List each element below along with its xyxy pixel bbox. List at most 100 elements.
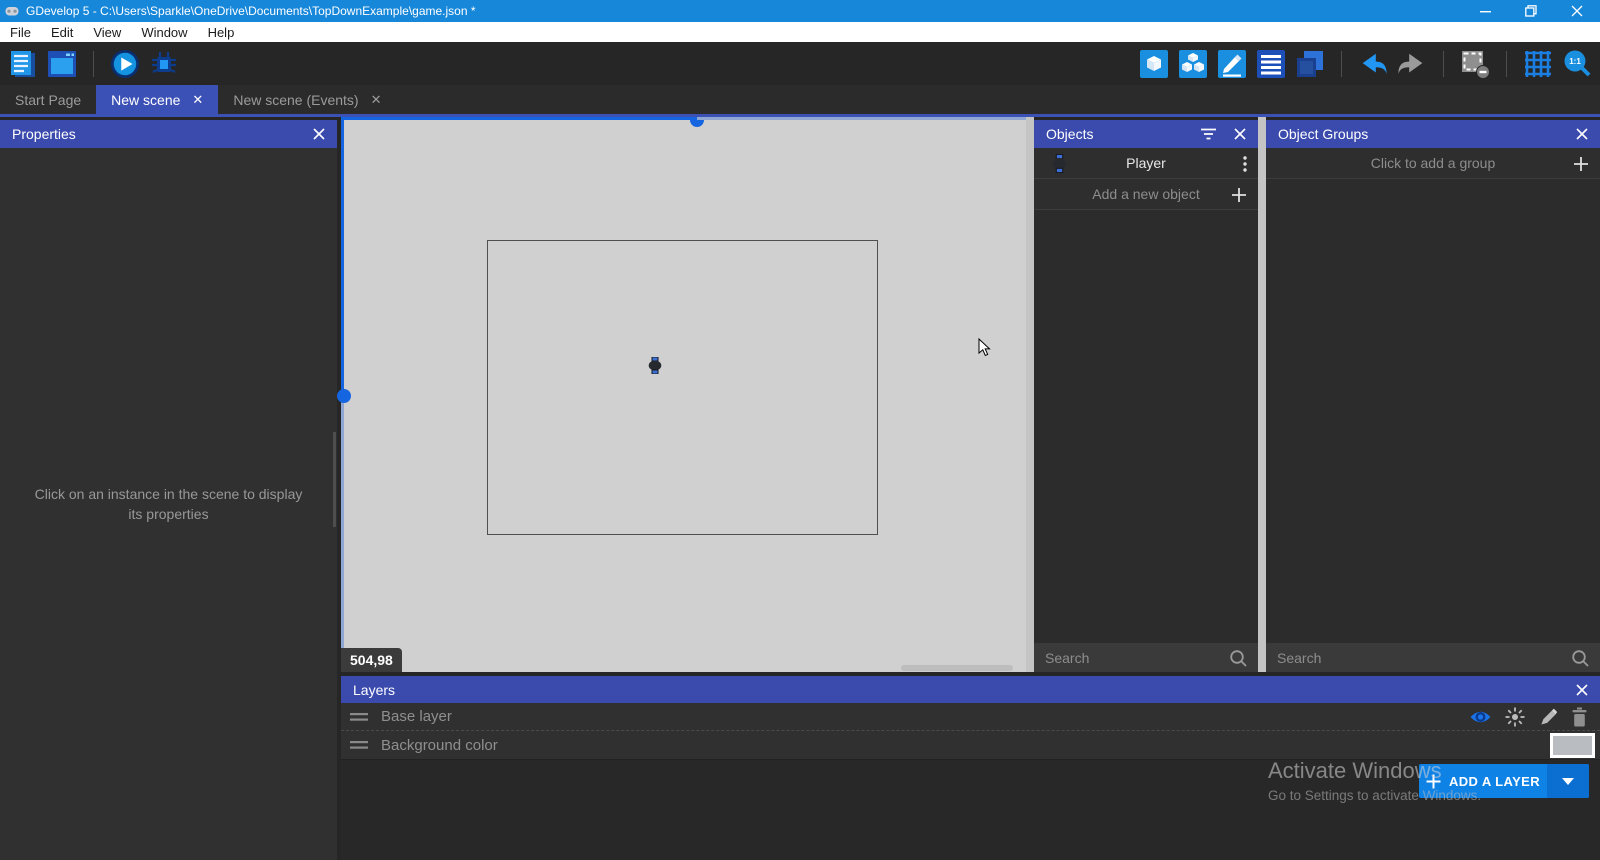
layer-name: Base layer — [381, 708, 452, 725]
close-window-icon[interactable] — [1554, 0, 1600, 22]
instances-list-icon[interactable] — [1256, 49, 1286, 79]
layer-name: Background color — [381, 737, 498, 754]
delete-trash-icon[interactable] — [1571, 707, 1588, 727]
restore-icon[interactable] — [1508, 0, 1554, 22]
close-icon[interactable] — [1576, 128, 1588, 140]
add-object-row[interactable]: Add a new object — [1034, 179, 1258, 210]
toolbar-separator — [93, 51, 94, 77]
add-layer-button[interactable]: ADD A LAYER — [1419, 764, 1589, 798]
toolbar-right-group: 1:1 — [1139, 49, 1592, 79]
panel-title: Properties — [12, 126, 76, 142]
cursor-coordinates-badge: 504,98 — [341, 648, 402, 672]
objects-panel-icon[interactable] — [1139, 49, 1169, 79]
menu-window[interactable]: Window — [131, 25, 197, 40]
clear-selection-icon[interactable] — [1460, 49, 1490, 79]
layers-panel-icon[interactable] — [1295, 49, 1325, 79]
object-menu-icon[interactable] — [1243, 148, 1247, 179]
add-icon[interactable] — [1573, 148, 1589, 179]
layer-actions — [1469, 703, 1588, 731]
add-group-row[interactable]: Click to add a group — [1266, 148, 1600, 179]
tab-close-icon[interactable]: ✕ — [371, 92, 382, 108]
filter-icon[interactable] — [1201, 128, 1216, 140]
player-instance[interactable] — [648, 357, 662, 374]
object-row-player[interactable]: Player — [1034, 148, 1258, 179]
menu-help[interactable]: Help — [198, 25, 245, 40]
toolbar-separator — [1506, 51, 1507, 77]
zoom-original-icon[interactable]: 1:1 — [1562, 49, 1592, 79]
layer-row-base[interactable]: Base layer — [341, 703, 1600, 731]
canvas-horizontal-scrollbar[interactable] — [901, 665, 1013, 671]
tab-new-scene-events[interactable]: New scene (Events) ✕ — [218, 85, 396, 114]
menu-view[interactable]: View — [83, 25, 131, 40]
splitter-objects-groups[interactable] — [1258, 117, 1266, 672]
close-icon[interactable] — [313, 128, 325, 140]
layers-panel-header: Layers — [341, 676, 1600, 703]
chevron-down-icon — [1562, 778, 1574, 785]
game-window-bounds — [487, 240, 878, 535]
object-name: Player — [1126, 155, 1166, 171]
menu-edit[interactable]: Edit — [41, 25, 83, 40]
search-icon — [1229, 649, 1247, 667]
canvas-top-edge — [341, 117, 697, 120]
canvas-left-handle[interactable] — [337, 389, 351, 403]
object-groups-icon[interactable] — [1178, 49, 1208, 79]
search-icon — [1571, 649, 1589, 667]
canvas-top-edge — [697, 117, 1026, 120]
objects-panel: Objects Player — [1034, 120, 1258, 672]
canvas-top-handle[interactable] — [690, 120, 704, 127]
tab-close-icon[interactable]: ✕ — [192, 92, 203, 108]
visibility-eye-icon[interactable] — [1469, 709, 1492, 725]
debug-icon[interactable] — [149, 49, 179, 79]
properties-panel-icon[interactable] — [1217, 49, 1247, 79]
mouse-cursor-icon — [978, 338, 992, 358]
tab-label: New scene — [111, 92, 180, 108]
drag-handle-icon[interactable] — [350, 740, 368, 750]
groups-search-input[interactable] — [1277, 650, 1571, 666]
window-title: GDevelop 5 - C:\Users\Sparkle\OneDrive\D… — [26, 4, 476, 18]
tab-new-scene[interactable]: New scene ✕ — [96, 85, 218, 114]
layer-row-background[interactable]: Background color — [341, 731, 1600, 759]
svg-text:1:1: 1:1 — [1569, 57, 1581, 66]
groups-search-bar — [1266, 643, 1600, 672]
close-icon[interactable] — [1234, 128, 1246, 140]
properties-empty-message: Click on an instance in the scene to dis… — [0, 148, 337, 860]
properties-panel-header: Properties — [0, 120, 337, 148]
preview-play-icon[interactable] — [110, 49, 140, 79]
toolbar: 1:1 — [0, 42, 1600, 85]
add-layer-button-main[interactable]: ADD A LAYER — [1419, 764, 1547, 798]
add-layer-dropdown[interactable] — [1547, 764, 1589, 798]
tab-start-page[interactable]: Start Page — [0, 85, 96, 114]
properties-panel: Properties Click on an instance in the s… — [0, 120, 337, 860]
minimize-icon[interactable] — [1462, 0, 1508, 22]
grid-icon[interactable] — [1523, 49, 1553, 79]
window-controls — [1462, 0, 1600, 22]
add-group-label: Click to add a group — [1371, 155, 1496, 171]
close-icon[interactable] — [1576, 684, 1588, 696]
edit-pencil-icon[interactable] — [1538, 707, 1558, 727]
add-icon — [1426, 774, 1441, 789]
add-object-label: Add a new object — [1092, 186, 1199, 202]
player-object-thumbnail-icon — [1052, 154, 1067, 173]
tab-label: New scene (Events) — [233, 92, 358, 108]
objects-panel-header: Objects — [1034, 120, 1258, 148]
project-manager-icon[interactable] — [8, 49, 38, 79]
menubar: File Edit View Window Help — [0, 22, 1600, 42]
menu-file[interactable]: File — [0, 25, 41, 40]
scene-canvas[interactable]: 504,98 — [341, 117, 1026, 672]
properties-scrollbar[interactable] — [333, 432, 336, 527]
redo-icon[interactable] — [1397, 49, 1427, 79]
gdevelop-window: GDevelop 5 - C:\Users\Sparkle\OneDrive\D… — [0, 0, 1600, 860]
add-icon[interactable] — [1231, 179, 1247, 210]
objects-search-bar — [1034, 643, 1258, 672]
objects-search-input[interactable] — [1045, 650, 1229, 666]
tabbar: Start Page New scene ✕ New scene (Events… — [0, 85, 1600, 117]
layer-effects-icon[interactable] — [1505, 707, 1525, 727]
layers-footer — [341, 759, 1600, 860]
window-icon[interactable] — [47, 49, 77, 79]
canvas-left-edge — [341, 396, 344, 672]
object-groups-panel: Object Groups Click to add a group — [1266, 120, 1600, 672]
splitter-canvas-objects[interactable] — [1026, 117, 1034, 672]
background-color-swatch[interactable] — [1550, 733, 1595, 758]
undo-icon[interactable] — [1358, 49, 1388, 79]
drag-handle-icon[interactable] — [350, 712, 368, 722]
